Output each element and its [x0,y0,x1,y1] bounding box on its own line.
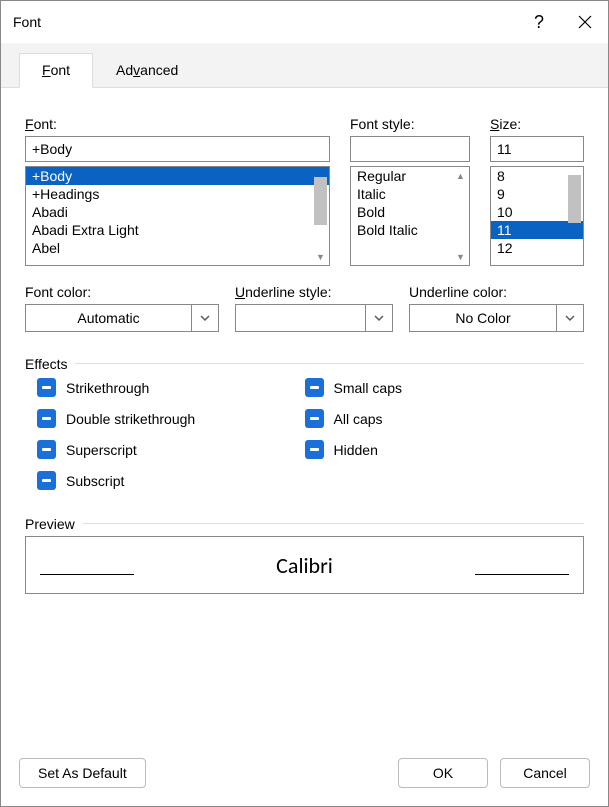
set-as-default-button[interactable]: Set As Default [19,758,146,788]
subscript-option[interactable]: Subscript [37,471,305,490]
underline-style-column: Underline style: [235,284,393,332]
font-style-listbox[interactable]: Regular Italic Bold Bold Italic ▲ ▼ [350,166,470,266]
size-label: Size: [490,116,584,132]
checkbox-indeterminate-icon[interactable] [305,378,324,397]
font-style-label: Font style: [350,116,470,132]
effects-fieldset: Effects Strikethrough Double strikethrou… [25,356,584,490]
tab-advanced[interactable]: Advanced [93,53,201,87]
preview-box: Calibri [25,536,584,594]
dialog-content: Font: +Body +Headings Abadi Abadi Extra … [1,88,608,746]
checkbox-indeterminate-icon[interactable] [37,378,56,397]
font-listbox[interactable]: +Body +Headings Abadi Abadi Extra Light … [25,166,330,266]
hidden-label: Hidden [334,442,378,458]
chevron-down-icon[interactable] [191,304,219,332]
help-icon: ? [534,12,544,33]
font-dialog: Font ? Font Advanced Font: +Body +Headin… [0,0,609,807]
font-label: Font: [25,116,330,132]
tab-strip: Font Advanced [1,43,608,88]
close-button[interactable] [562,1,608,43]
preview-legend: Preview [25,516,584,532]
font-color-label: Font color: [25,284,219,300]
chevron-down-icon[interactable] [556,304,584,332]
font-column: Font: +Body +Headings Abadi Abadi Extra … [25,116,330,266]
all-caps-option[interactable]: All caps [305,409,573,428]
font-input[interactable] [25,136,330,162]
font-style-column: Font style: Regular Italic Bold Bold Ita… [350,116,470,266]
font-selection-row: Font: +Body +Headings Abadi Abadi Extra … [25,116,584,266]
scroll-thumb[interactable] [568,175,581,223]
underline-color-value[interactable]: No Color [409,304,556,332]
double-strikethrough-label: Double strikethrough [66,411,195,427]
size-column: Size: 8 9 10 11 12 [490,116,584,266]
dialog-button-row: Set As Default OK Cancel [1,746,608,806]
checkbox-indeterminate-icon[interactable] [37,471,56,490]
cancel-button[interactable]: Cancel [500,758,590,788]
close-icon [577,14,593,30]
list-item[interactable]: Abadi Extra Light [26,221,329,239]
font-color-dropdown[interactable]: Automatic [25,304,219,332]
preview-fieldset: Preview Calibri [25,516,584,594]
checkbox-indeterminate-icon[interactable] [305,409,324,428]
help-button[interactable]: ? [516,1,562,43]
dialog-title: Font [13,14,41,30]
ok-button[interactable]: OK [398,758,488,788]
tab-font[interactable]: Font [19,53,93,88]
scrollbar[interactable] [566,167,583,265]
superscript-label: Superscript [66,442,137,458]
underline-color-label: Underline color: [409,284,584,300]
effects-legend: Effects [25,356,584,372]
font-color-column: Font color: Automatic [25,284,219,332]
double-strikethrough-option[interactable]: Double strikethrough [37,409,305,428]
preview-text: Calibri [276,552,333,579]
preview-rule-right [475,574,569,575]
underline-style-dropdown[interactable] [235,304,393,332]
list-item[interactable]: Abel [26,239,329,257]
preview-rule-left [40,574,134,575]
scroll-up-icon[interactable]: ▲ [452,167,469,184]
list-item[interactable]: Abadi [26,203,329,221]
color-underline-row: Font color: Automatic Underline style: U… [25,284,584,332]
checkbox-indeterminate-icon[interactable] [37,409,56,428]
strikethrough-option[interactable]: Strikethrough [37,378,305,397]
scrollbar[interactable]: ▼ [312,167,329,265]
list-item[interactable]: +Headings [26,185,329,203]
size-listbox[interactable]: 8 9 10 11 12 [490,166,584,266]
small-caps-option[interactable]: Small caps [305,378,573,397]
small-caps-label: Small caps [334,380,402,396]
subscript-label: Subscript [66,473,124,489]
all-caps-label: All caps [334,411,383,427]
font-color-value[interactable]: Automatic [25,304,191,332]
font-style-input[interactable] [350,136,470,162]
scroll-down-icon[interactable]: ▼ [312,248,329,265]
superscript-option[interactable]: Superscript [37,440,305,459]
size-input[interactable] [490,136,584,162]
scroll-down-icon[interactable]: ▼ [452,248,469,265]
scroll-thumb[interactable] [314,177,327,225]
chevron-down-icon[interactable] [365,304,393,332]
list-item[interactable]: +Body [26,167,329,185]
checkbox-indeterminate-icon[interactable] [37,440,56,459]
scrollbar[interactable]: ▲ ▼ [452,167,469,265]
underline-color-column: Underline color: No Color [409,284,584,332]
checkbox-indeterminate-icon[interactable] [305,440,324,459]
titlebar: Font ? [1,1,608,43]
hidden-option[interactable]: Hidden [305,440,573,459]
underline-color-dropdown[interactable]: No Color [409,304,584,332]
strikethrough-label: Strikethrough [66,380,149,396]
underline-style-label: Underline style: [235,284,393,300]
underline-style-value[interactable] [235,304,365,332]
